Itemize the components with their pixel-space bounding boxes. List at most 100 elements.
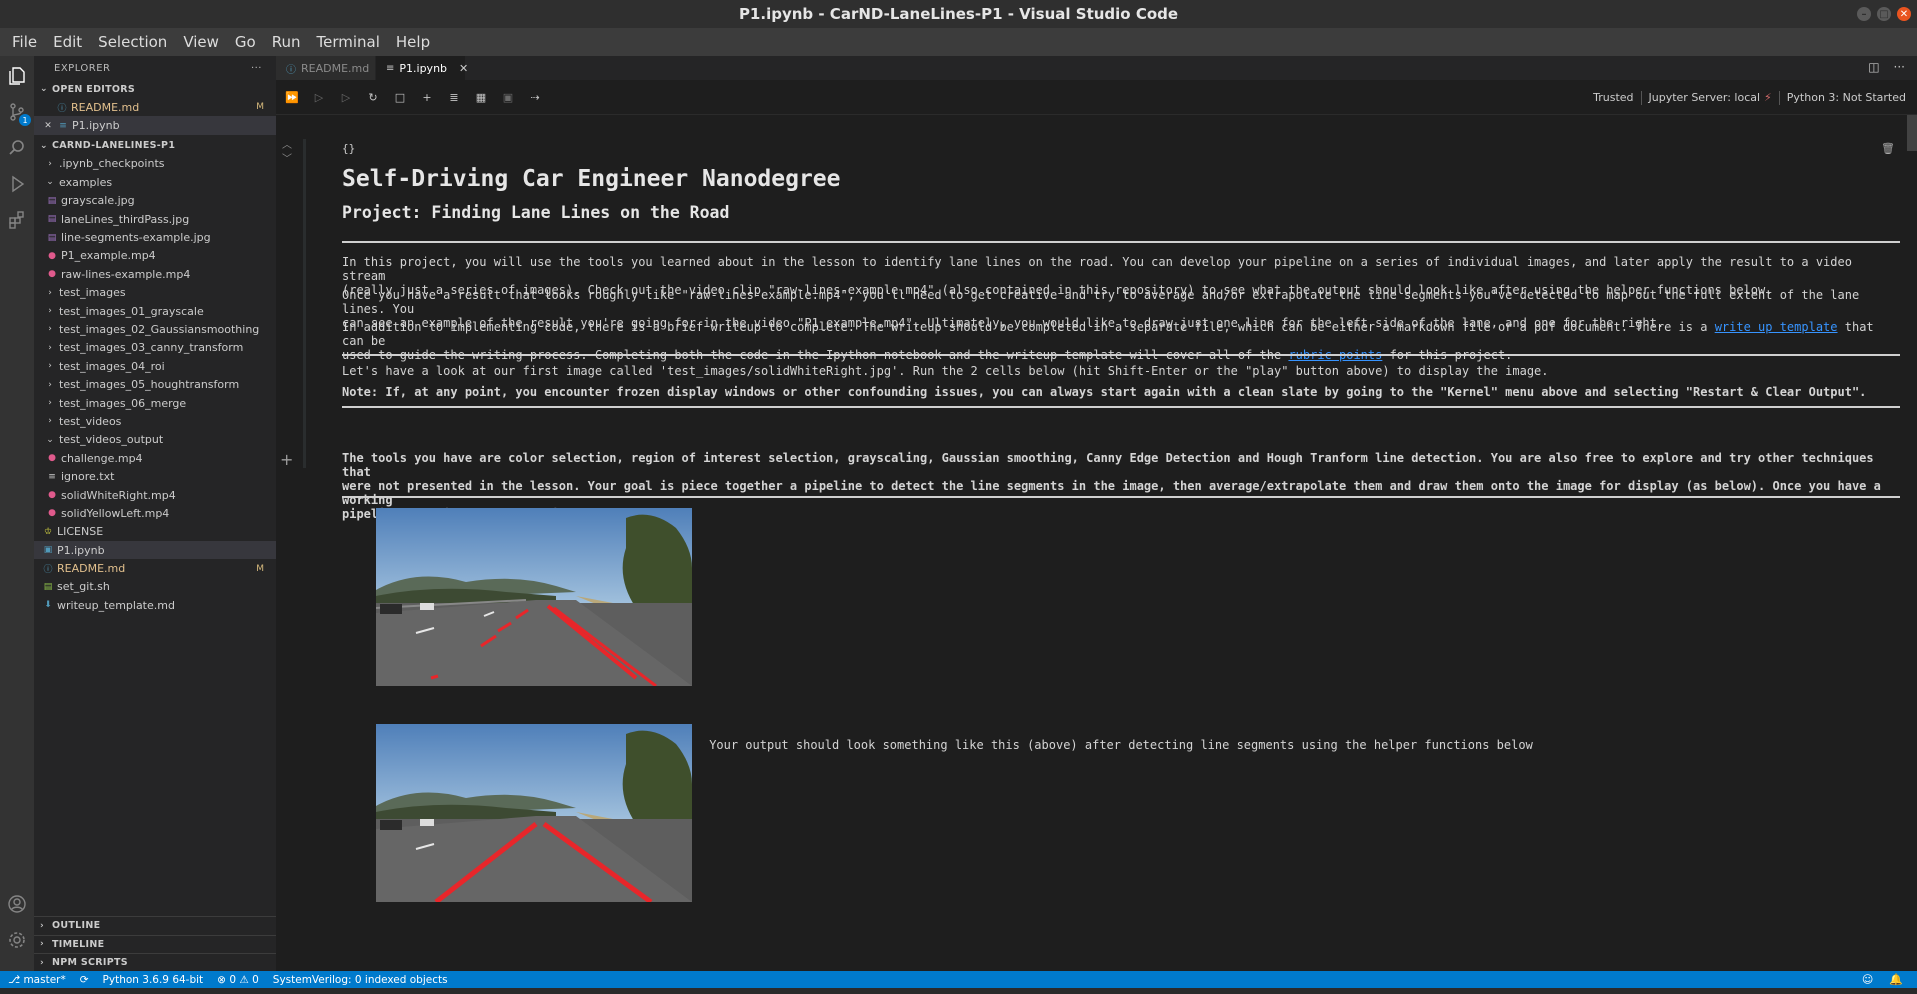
open-editor-p1[interactable]: ✕ ≡ P1.ipynb	[34, 116, 276, 135]
open-editor-readme[interactable]: ⓘ README.md M	[34, 98, 276, 116]
tree-folder[interactable]: › .ipynb_checkpoints	[34, 155, 276, 173]
tree-folder[interactable]: › test_images_03_canny_transform	[34, 339, 276, 357]
menu-help[interactable]: Help	[388, 33, 438, 51]
notebook-icon: ≡	[59, 120, 67, 131]
outline-section[interactable]: › OUTLINE	[34, 916, 276, 935]
more-actions-icon[interactable]: ···	[251, 63, 262, 74]
tree-file[interactable]: ▣ P1.ipynb	[34, 540, 276, 560]
tree-file[interactable]: ⓘ README.md M	[34, 559, 276, 577]
settings-gear-icon[interactable]	[5, 928, 29, 952]
kernel-status[interactable]: Python 3: Not Started	[1780, 91, 1913, 105]
tree-file[interactable]: ♔ LICENSE	[34, 523, 276, 541]
cell-type-marker[interactable]: {}	[342, 142, 355, 155]
tree-folder[interactable]: › test_images_02_Gaussiansmoothing	[34, 320, 276, 338]
info-icon: ⓘ	[286, 64, 296, 76]
tree-file[interactable]: ● solidWhiteRight.mp4	[34, 486, 276, 504]
chevron-down-icon: ⌄	[40, 140, 48, 151]
run-below-icon[interactable]: ▷	[338, 90, 354, 104]
restart-kernel-icon[interactable]: ↻	[365, 90, 381, 104]
tree-folder[interactable]: › test_images_05_houghtransform	[34, 375, 276, 393]
move-down-icon[interactable]: ﹀	[282, 153, 292, 167]
add-cell-icon[interactable]: +	[419, 90, 435, 104]
minimize-button[interactable]: –	[1857, 7, 1871, 21]
export-icon[interactable]: ⇢	[527, 90, 543, 104]
menu-view[interactable]: View	[175, 33, 227, 51]
close-icon[interactable]: ✕	[42, 121, 54, 131]
tree-folder[interactable]: › test_images	[34, 284, 276, 302]
run-debug-icon[interactable]	[5, 172, 29, 196]
tree-file[interactable]: ▤ line-segments-example.jpg	[34, 228, 276, 246]
maximize-button[interactable]: □	[1877, 7, 1891, 21]
menu-file[interactable]: File	[4, 33, 45, 51]
variables-icon[interactable]: ▦	[473, 90, 489, 104]
tools-line-1: The tools you have are color selection, …	[342, 451, 1874, 479]
close-window-button[interactable]: ✕	[1897, 7, 1911, 21]
extensions-icon[interactable]	[5, 208, 29, 232]
tree-item-label: test_images_01_grayscale	[59, 304, 204, 318]
sync-icon[interactable]: ⟳	[80, 974, 89, 986]
tree-folder[interactable]: ⌄ test_videos_output	[34, 431, 276, 449]
systemverilog-status[interactable]: SystemVerilog: 0 indexed objects	[273, 974, 448, 986]
chevron-right-icon: ›	[48, 416, 52, 427]
open-editors-header[interactable]: ⌄ OPEN EDITORS	[34, 80, 276, 98]
menu-go[interactable]: Go	[227, 33, 264, 51]
note-paragraph: Note: If, at any point, you encounter fr…	[342, 385, 1867, 399]
tree-item-label: writeup_template.md	[57, 598, 175, 612]
notebook-editor: ︿ ﹀ + {} 🗑 Self-Driving Car Engineer Nan…	[276, 115, 1917, 971]
tree-file[interactable]: ≡ ignore.txt	[34, 467, 276, 485]
tree-file[interactable]: ⬇ writeup_template.md	[34, 596, 276, 614]
tree-file[interactable]: ▤ grayscale.jpg	[34, 192, 276, 210]
tab-readme[interactable]: ⓘ README.md	[276, 56, 376, 80]
tree-file[interactable]: ▤ laneLines_thirdPass.jpg	[34, 210, 276, 228]
notifications-bell-icon[interactable]: 🔔	[1889, 973, 1903, 986]
trusted-status[interactable]: Trusted	[1586, 91, 1642, 105]
run-above-icon[interactable]: ▷	[311, 90, 327, 104]
git-branch-status[interactable]: ⎇ master*	[8, 974, 66, 986]
problems-status[interactable]: ⊗ 0 ⚠ 0	[217, 974, 259, 986]
tree-file[interactable]: ● challenge.mp4	[34, 449, 276, 467]
menu-edit[interactable]: Edit	[45, 33, 90, 51]
tree-folder[interactable]: › test_images_01_grayscale	[34, 302, 276, 320]
run-all-icon[interactable]: ⏩	[284, 90, 300, 104]
move-up-icon[interactable]: ︿	[282, 139, 292, 153]
explorer-sidebar: EXPLORER ··· ⌄ OPEN EDITORS ⓘ README.md …	[34, 56, 276, 971]
notebook-icon: ≡	[386, 62, 395, 74]
delete-cell-icon[interactable]: 🗑	[1881, 142, 1895, 155]
tree-folder[interactable]: › test_videos	[34, 412, 276, 430]
menu-run[interactable]: Run	[264, 33, 309, 51]
git-branch-label: master*	[23, 973, 66, 986]
write-up-template-link[interactable]: write up template	[1715, 320, 1838, 334]
tree-file[interactable]: ● P1_example.mp4	[34, 247, 276, 265]
source-control-icon[interactable]: 1	[5, 100, 31, 126]
add-cell-below-icon[interactable]: +	[280, 450, 293, 469]
jupyter-server-status[interactable]: Jupyter Server: local ⚡	[1642, 91, 1780, 105]
tree-file[interactable]: ● solidYellowLeft.mp4	[34, 504, 276, 522]
tree-folder[interactable]: › test_images_04_roi	[34, 357, 276, 375]
project-folder-header[interactable]: ⌄ CARND-LANELINES-P1	[34, 137, 276, 155]
explorer-icon[interactable]	[5, 64, 29, 88]
menu-terminal[interactable]: Terminal	[309, 33, 388, 51]
menu-selection[interactable]: Selection	[90, 33, 175, 51]
tree-item-label: solidYellowLeft.mp4	[61, 506, 170, 520]
tree-folder[interactable]: ⌄ examples	[34, 173, 276, 191]
tree-file[interactable]: ▤ set_git.sh	[34, 578, 276, 596]
npm-scripts-section[interactable]: › NPM SCRIPTS	[34, 953, 276, 972]
more-actions-icon[interactable]: ···	[1894, 60, 1905, 74]
notebook-heading-1: Self-Driving Car Engineer Nanodegree	[342, 166, 841, 192]
save-icon[interactable]: ▣	[500, 90, 516, 104]
chevron-right-icon: ›	[48, 158, 52, 169]
feedback-icon[interactable]: ☺	[1862, 973, 1873, 986]
split-editor-icon[interactable]: ◫	[1868, 60, 1879, 74]
vertical-scrollbar[interactable]	[1907, 115, 1917, 151]
python-interpreter-status[interactable]: Python 3.6.9 64-bit	[103, 974, 204, 986]
tree-folder[interactable]: › test_images_06_merge	[34, 394, 276, 412]
clear-outputs-icon[interactable]: ≣	[446, 90, 462, 104]
timeline-section[interactable]: › TIMELINE	[34, 934, 276, 954]
close-tab-icon[interactable]: ✕	[459, 62, 468, 75]
search-icon[interactable]	[5, 136, 29, 160]
interrupt-kernel-icon[interactable]: □	[392, 90, 408, 104]
account-icon[interactable]	[5, 892, 29, 916]
tree-file[interactable]: ● raw-lines-example.mp4	[34, 265, 276, 283]
tree-item-label: test_images_05_houghtransform	[59, 378, 240, 392]
tab-p1-notebook[interactable]: ≡ P1.ipynb ✕	[376, 56, 468, 80]
